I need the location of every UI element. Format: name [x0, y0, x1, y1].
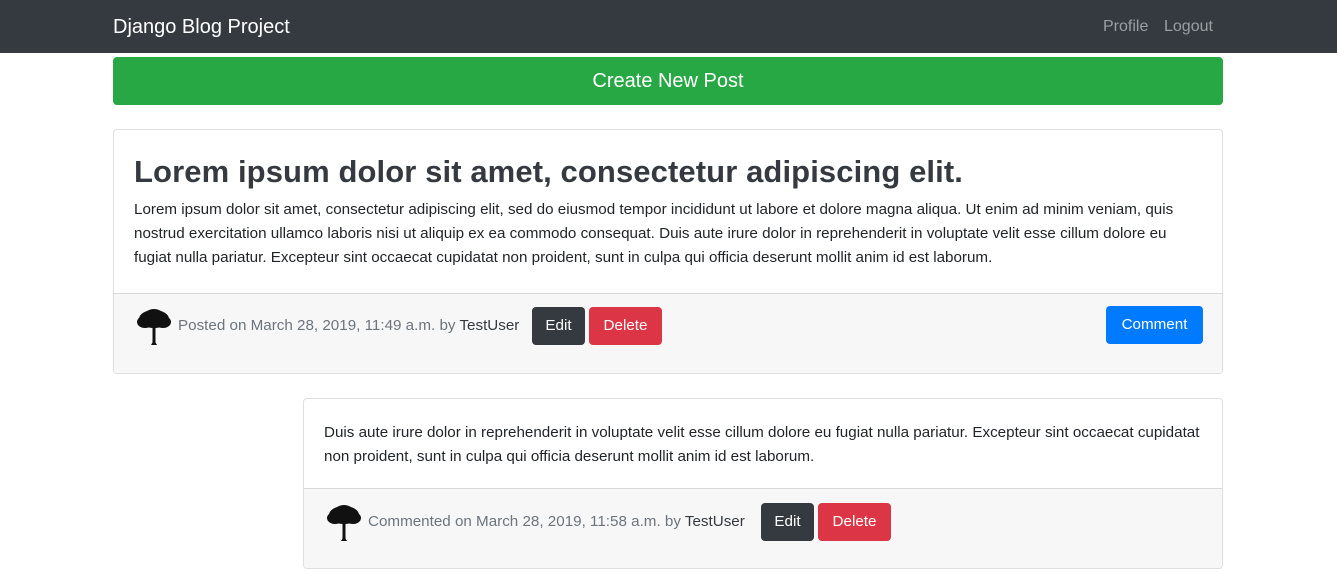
post-edit-button[interactable]: Edit	[532, 307, 585, 345]
post-title: Lorem ipsum dolor sit amet, consectetur …	[134, 154, 963, 189]
tree-avatar-icon	[327, 505, 361, 541]
comment-card-body: Duis aute irure dolor in reprehenderit i…	[304, 399, 1222, 488]
post-card-footer: Posted on March 28, 2019, 11:49 a.m. by …	[114, 293, 1222, 373]
top-navbar: Django Blog Project Profile Logout	[0, 0, 1337, 53]
post-body-text: Lorem ipsum dolor sit amet, consectetur …	[134, 201, 1174, 266]
nav-profile-link[interactable]: Profile	[1103, 16, 1148, 38]
post-delete-button[interactable]: Delete	[589, 307, 662, 345]
brand-link[interactable]: Django Blog Project	[113, 13, 290, 41]
comment-author-link[interactable]: TestUser	[685, 513, 745, 530]
post-meta: Posted on March 28, 2019, 11:49 a.m. by …	[178, 316, 519, 336]
create-new-post-button[interactable]: Create New Post	[113, 57, 1223, 105]
post-card: Lorem ipsum dolor sit amet, consectetur …	[113, 129, 1223, 374]
post-comment-button[interactable]: Comment	[1106, 306, 1203, 344]
comment-card: Duis aute irure dolor in reprehenderit i…	[303, 398, 1223, 569]
comment-body-text: Duis aute irure dolor in reprehenderit i…	[324, 424, 1200, 465]
comment-meta-text: Commented on March 28, 2019, 11:58 a.m. …	[368, 513, 681, 530]
tree-avatar-icon	[137, 309, 171, 345]
nav-logout-link[interactable]: Logout	[1164, 16, 1213, 38]
comment-edit-button[interactable]: Edit	[761, 503, 814, 541]
comment-delete-button[interactable]: Delete	[818, 503, 891, 541]
comment-meta: Commented on March 28, 2019, 11:58 a.m. …	[368, 512, 745, 532]
post-author-link[interactable]: TestUser	[459, 317, 519, 334]
comment-card-footer: Commented on March 28, 2019, 11:58 a.m. …	[304, 488, 1222, 568]
post-card-body: Lorem ipsum dolor sit amet, consectetur …	[114, 130, 1222, 293]
post-meta-text: Posted on March 28, 2019, 11:49 a.m. by	[178, 317, 456, 334]
